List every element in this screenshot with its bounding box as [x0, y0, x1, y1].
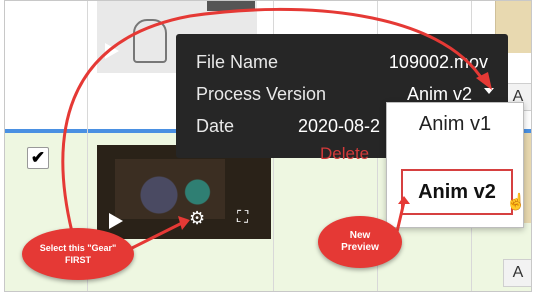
process-version-label: Process Version: [196, 84, 327, 104]
gear-icon[interactable]: ⚙: [189, 209, 205, 227]
right-cell-button[interactable]: A: [503, 259, 531, 287]
callout-text: Select this "Gear": [39, 243, 117, 253]
callout-text: New: [349, 230, 371, 241]
date-value: 2020-08-2: [298, 116, 381, 136]
callout-select-gear: Select this "Gear" FIRST: [22, 228, 134, 280]
video-thumbnail-selected[interactable]: ⚙ ⛶: [97, 145, 271, 239]
hand-cursor-icon: ☝: [506, 194, 526, 211]
play-icon[interactable]: [105, 43, 119, 59]
dropdown-option-anim-v2[interactable]: Anim v2: [401, 169, 513, 215]
row-checkbox[interactable]: ✔: [27, 147, 49, 169]
callout-text: Preview: [341, 242, 379, 253]
caret-down-icon[interactable]: [484, 88, 494, 94]
delete-button[interactable]: Delete: [320, 144, 369, 164]
play-icon[interactable]: [109, 213, 123, 229]
callout-text: FIRST: [65, 255, 91, 265]
character-figure: [133, 19, 167, 63]
file-name-value: 109002.mov: [388, 52, 488, 72]
file-name-label: File Name: [196, 52, 279, 72]
dropdown-option-anim-v1[interactable]: Anim v1: [387, 113, 523, 136]
video-frame: [115, 159, 225, 219]
date-label: Date: [196, 116, 235, 136]
fullscreen-icon[interactable]: ⛶: [237, 209, 248, 227]
process-version-dropdown[interactable]: Anim v1 Anim v2: [386, 102, 524, 228]
thumbnail-badge: [207, 1, 255, 11]
callout-new-preview: New Preview: [318, 216, 402, 268]
